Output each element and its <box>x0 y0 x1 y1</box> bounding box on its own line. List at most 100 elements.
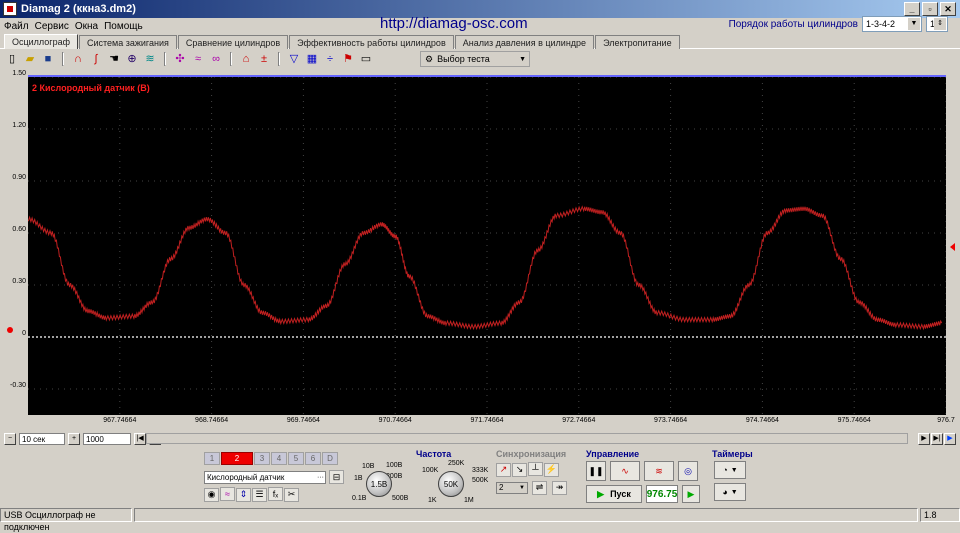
play-icon: ▶ <box>597 488 605 499</box>
sync-delay-icon[interactable]: ↠ <box>552 480 567 495</box>
sync-title: Синхронизация <box>496 449 567 459</box>
tab-pressure-analysis[interactable]: Анализ давления в цилиндре <box>454 35 595 49</box>
cylinder-spin[interactable]: 1 ⇕ <box>926 16 948 32</box>
wave-compare-icon[interactable]: ∞ <box>208 51 224 67</box>
overlay-icon[interactable]: ≈ <box>190 51 206 67</box>
cylinder-order-label: Порядок работы цилиндров <box>728 18 858 30</box>
cursor-a-icon[interactable]: ∩ <box>70 51 86 67</box>
start-button[interactable]: ▶ Пуск <box>586 485 642 503</box>
channel-2-button[interactable]: 2 <box>221 452 253 465</box>
sensor-select[interactable]: Кислородный датчик ··· <box>204 470 326 484</box>
tab-ignition[interactable]: Система зажигания <box>79 35 177 49</box>
cylinder-order-select[interactable]: 1-3-4-2 ▼ <box>862 16 922 32</box>
offset-icon[interactable]: ± <box>256 51 272 67</box>
plot-area[interactable]: 2 Кислородный датчик (В) <box>28 75 946 415</box>
y-tick-label: 1.50 <box>12 70 26 77</box>
channel-settings-icon[interactable]: ⊟ <box>329 470 344 484</box>
open-folder-icon[interactable]: ▰ <box>22 51 38 67</box>
ellipsis-icon: ··· <box>317 473 324 481</box>
go-end-icon[interactable]: ▶| <box>931 433 943 445</box>
channel-4-button[interactable]: 4 <box>271 452 287 465</box>
toolbar-separator <box>164 52 166 66</box>
zoom-icon[interactable]: ⊕ <box>124 51 140 67</box>
channel-5-button[interactable]: 5 <box>288 452 304 465</box>
auto-icon[interactable]: ◎ <box>678 461 698 481</box>
measure-icon[interactable]: ≋ <box>142 51 158 67</box>
channel-1-button[interactable]: 1 <box>204 452 220 465</box>
sync-level-icon[interactable]: ┴ <box>528 462 543 476</box>
zero-level-marker[interactable] <box>7 327 13 333</box>
status-panel <box>134 508 918 522</box>
toolbar-separator <box>230 52 232 66</box>
menu-help[interactable]: Помощь <box>104 21 143 32</box>
timer-2-button[interactable]: ◕ ▼ <box>714 483 746 501</box>
filter-icon[interactable]: ▽ <box>286 51 302 67</box>
count-select[interactable]: 1000 <box>83 433 131 445</box>
x-tick-label: 974.74664 <box>745 417 779 424</box>
tab-cylinder-compare[interactable]: Сравнение цилиндров <box>177 35 289 49</box>
menu-service[interactable]: Сервис <box>35 21 69 32</box>
menu-file[interactable]: Файл <box>4 21 29 32</box>
tools-icon[interactable]: ✂ <box>284 487 299 502</box>
auto-play-icon[interactable]: ▶ <box>682 485 700 503</box>
voltage-scale-knob[interactable]: 1.5В <box>366 471 392 497</box>
horizontal-scrollbar[interactable] <box>146 433 908 444</box>
ignition-icon[interactable]: ⌂ <box>238 51 254 67</box>
tab-oscilloscope[interactable]: Осциллограф <box>4 34 78 49</box>
website-url[interactable]: http://diamag-osc.com <box>380 15 528 32</box>
go-start-icon[interactable]: |◀ <box>134 433 146 445</box>
time-window-select[interactable]: 10 сек <box>19 433 65 445</box>
split-icon[interactable]: ÷ <box>322 51 338 67</box>
export-icon[interactable]: ▭ <box>358 51 374 67</box>
grid-icon[interactable]: ▦ <box>304 51 320 67</box>
sync-hold-icon[interactable]: ⇌ <box>532 480 547 495</box>
connection-status: USB Осциллограф не подключен <box>0 508 132 532</box>
timers-title: Таймеры <box>712 449 753 459</box>
maximize-button[interactable]: ▫ <box>922 2 938 16</box>
channel-d-button[interactable]: D <box>322 452 338 465</box>
minimize-button[interactable]: _ <box>904 2 920 16</box>
frequency-knob[interactable]: 50K <box>438 471 464 497</box>
trigger-level-marker[interactable] <box>950 243 955 251</box>
toolbar: ▯ ▰ ■ ∩ ∫ ☚ ⊕ ≋ ✣ ≈ ∞ ⌂ ± ▽ ▦ ÷ ⚑ ▭ ⚙ Вы… <box>0 50 960 68</box>
wave-icon[interactable]: ≈ <box>220 487 235 501</box>
zoom-in-icon[interactable]: + <box>68 433 80 445</box>
timers-group: Таймеры ◔ ▼ ◕ ▼ <box>712 449 758 507</box>
eye-icon[interactable]: ◉ <box>204 487 219 502</box>
invert-icon[interactable]: ⇕ <box>236 487 251 502</box>
window-title: Diamag 2 (ккна3.dm2) <box>21 3 136 15</box>
pause-icon[interactable]: ❚❚ <box>586 461 606 481</box>
y-axis: 1.50 1.20 0.90 0.60 0.30 0 -0.30 <box>0 70 28 430</box>
tab-cylinder-efficiency[interactable]: Эффективность работы цилиндров <box>289 35 454 49</box>
hand-pan-icon[interactable]: ☚ <box>106 51 122 67</box>
function-icon[interactable]: fₓ <box>268 487 283 501</box>
save-icon[interactable]: ■ <box>40 51 56 67</box>
close-button[interactable]: ✕ <box>940 2 956 16</box>
falling-edge-icon[interactable]: ↘ <box>512 462 527 477</box>
cursor-b-icon[interactable]: ∫ <box>88 51 104 67</box>
version-label: 1.8 <box>920 508 960 522</box>
clock-icon: ◕ <box>722 487 728 497</box>
noise-wave-icon[interactable]: ≋ <box>644 461 674 481</box>
channel-6-button[interactable]: 6 <box>305 452 321 465</box>
lines-icon[interactable]: ☰ <box>252 487 267 502</box>
timer-1-button[interactable]: ◔ ▼ <box>714 461 746 479</box>
test-select[interactable]: ⚙ Выбор теста ▼ <box>420 51 530 67</box>
y-tick-label: 0.30 <box>12 278 26 285</box>
sine-wave-icon[interactable]: ∿ <box>610 461 640 481</box>
y-tick-label: 0.90 <box>12 174 26 181</box>
y-tick-label: -0.30 <box>10 382 26 389</box>
sync-channel-select[interactable]: 2 ▼ <box>496 481 528 494</box>
zoom-out-icon[interactable]: − <box>4 433 16 445</box>
tab-power[interactable]: Электропитание <box>595 35 680 49</box>
crosshair-icon[interactable]: ✣ <box>172 51 188 67</box>
auto-sync-icon[interactable]: ⚡ <box>544 462 559 477</box>
step-forward-icon[interactable]: ▶ <box>918 433 930 445</box>
series-line-0 <box>28 205 943 331</box>
menu-windows[interactable]: Окна <box>75 21 98 32</box>
marker-icon[interactable]: ⚑ <box>340 51 356 67</box>
new-file-icon[interactable]: ▯ <box>4 51 20 67</box>
rising-edge-icon[interactable]: ↗ <box>496 462 511 477</box>
channel-3-button[interactable]: 3 <box>254 452 270 465</box>
play-icon[interactable]: ▶ <box>944 433 956 445</box>
